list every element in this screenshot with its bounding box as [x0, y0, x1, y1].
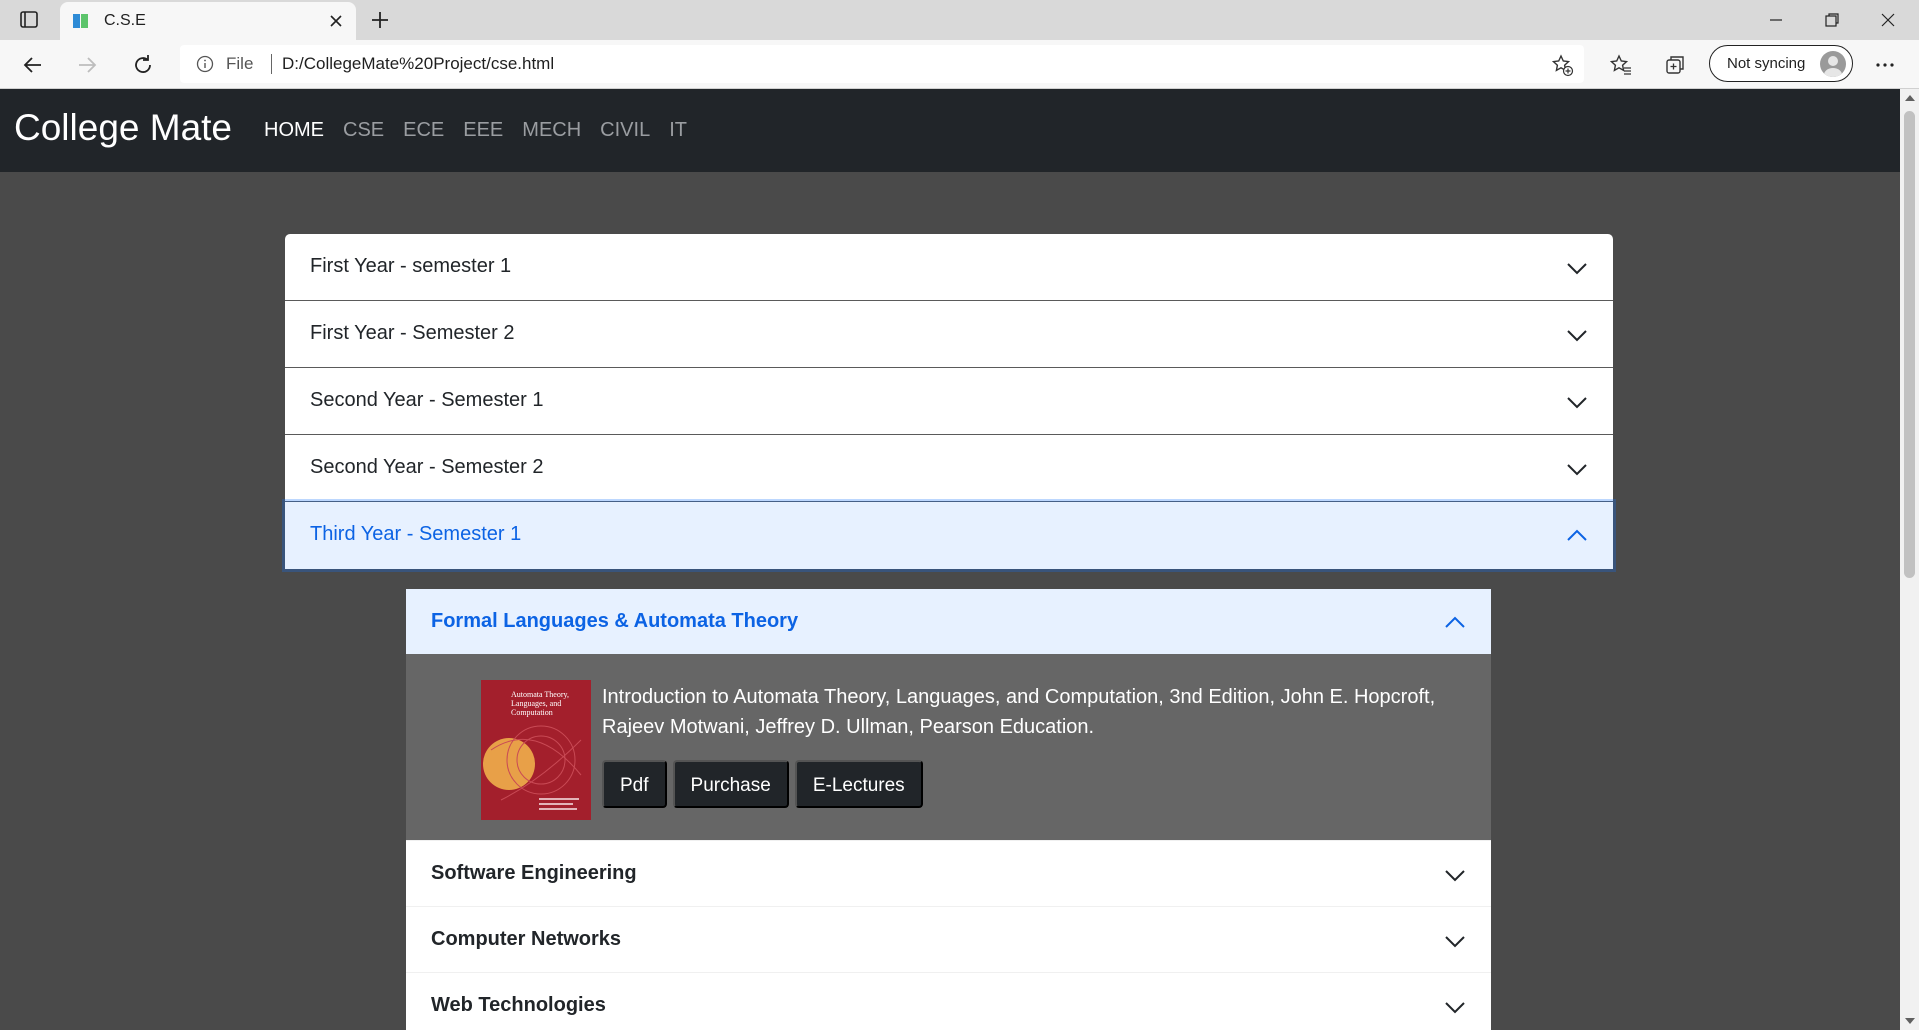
semester-item: Second Year - Semester 2 — [285, 435, 1613, 502]
nav-link-civil[interactable]: CIVIL — [600, 119, 650, 142]
collections-icon[interactable] — [1658, 48, 1692, 82]
add-favorite-icon[interactable] — [1550, 53, 1574, 77]
more-options-icon[interactable] — [1868, 48, 1902, 82]
browser-toolbar: File D:/CollegeMate%20Project/cse.html N… — [0, 40, 1919, 89]
reload-icon[interactable] — [126, 48, 160, 82]
semester-title: Second Year - Semester 1 — [310, 389, 544, 411]
nav-link-eee[interactable]: EEE — [463, 119, 503, 142]
subject-accordion: Formal Languages & Automata Theory Autom… — [406, 589, 1491, 1030]
profile-sync-button[interactable]: Not syncing — [1709, 45, 1853, 82]
chevron-down-icon — [1567, 397, 1587, 409]
book-cover-image: Automata Theory, Languages, and Computat… — [481, 680, 591, 820]
subject-header[interactable]: Formal Languages & Automata Theory — [406, 589, 1491, 654]
nav-link-cse[interactable]: CSE — [343, 119, 384, 142]
forward-icon[interactable] — [70, 48, 104, 82]
chevron-up-icon — [1567, 529, 1587, 541]
subject-item: Computer Networks — [406, 907, 1491, 973]
page-scrollbar[interactable] — [1900, 89, 1919, 1030]
chevron-down-icon — [1445, 936, 1465, 948]
e-lectures-button[interactable]: E-Lectures — [794, 760, 923, 808]
nav-link-ece[interactable]: ECE — [403, 119, 444, 142]
purchase-button[interactable]: Purchase — [672, 760, 789, 808]
book-favicon-icon — [72, 12, 90, 30]
semester-header[interactable]: Third Year - Semester 1 — [285, 502, 1613, 569]
nav-link-mech[interactable]: MECH — [522, 119, 581, 142]
nav-link-home[interactable]: HOME — [264, 119, 324, 142]
book-actions: Pdf Purchase E-Lectures — [602, 760, 929, 808]
site-brand[interactable]: College Mate — [14, 107, 232, 149]
semester-title: First Year - semester 1 — [310, 255, 512, 277]
chevron-down-icon — [1567, 263, 1587, 275]
favorites-icon[interactable] — [1604, 48, 1638, 82]
pdf-button[interactable]: Pdf — [602, 760, 667, 808]
semester-title: First Year - Semester 2 — [310, 322, 515, 344]
subject-body: Automata Theory, Languages, and Computat… — [406, 654, 1491, 840]
chevron-down-icon — [1445, 1002, 1465, 1014]
subject-item-expanded: Formal Languages & Automata Theory Autom… — [406, 589, 1491, 841]
subject-header[interactable]: Computer Networks — [406, 907, 1491, 972]
nav-link-it[interactable]: IT — [669, 119, 687, 142]
url-text[interactable]: D:/CollegeMate%20Project/cse.html — [282, 54, 554, 74]
tab-title: C.S.E — [104, 12, 146, 29]
browser-tab[interactable]: C.S.E — [60, 2, 356, 40]
new-tab-icon[interactable] — [366, 6, 394, 34]
scrollbar-thumb[interactable] — [1904, 111, 1915, 578]
semester-header[interactable]: First Year - semester 1 — [285, 234, 1613, 300]
scroll-up-arrow-icon[interactable] — [1905, 95, 1915, 101]
semester-header[interactable]: First Year - Semester 2 — [285, 301, 1613, 367]
address-separator — [271, 54, 272, 74]
info-icon[interactable] — [196, 55, 214, 73]
subject-title: Computer Networks — [431, 928, 622, 950]
semester-title: Third Year - Semester 1 — [310, 523, 522, 545]
book-cover-title: Automata Theory, Languages, and Computat… — [511, 690, 569, 717]
subject-header[interactable]: Software Engineering — [406, 841, 1491, 906]
minimize-icon[interactable] — [1748, 0, 1804, 40]
tab-actions-icon[interactable] — [14, 8, 44, 32]
subject-title: Formal Languages & Automata Theory — [431, 610, 799, 632]
subject-title: Software Engineering — [431, 862, 637, 884]
semester-header[interactable]: Second Year - Semester 2 — [285, 435, 1613, 501]
close-window-icon[interactable] — [1860, 0, 1916, 40]
book-description: Introduction to Automata Theory, Languag… — [602, 686, 1436, 738]
avatar — [1820, 51, 1846, 77]
address-scheme: File — [226, 54, 254, 73]
semester-item-expanded: Third Year - Semester 1 Formal Languages… — [285, 502, 1613, 1030]
chevron-down-icon — [1567, 330, 1587, 342]
close-tab-icon[interactable] — [326, 11, 346, 31]
page-viewport: College Mate HOME CSE ECE EEE MECH CIVIL… — [0, 89, 1900, 1030]
semester-title: Second Year - Semester 2 — [310, 456, 544, 478]
site-navbar: College Mate HOME CSE ECE EEE MECH CIVIL… — [0, 89, 1900, 172]
semester-item: First Year - Semester 2 — [285, 301, 1613, 368]
semester-body: Formal Languages & Automata Theory Autom… — [285, 569, 1613, 1030]
semester-accordion: First Year - semester 1 First Year - Sem… — [285, 234, 1613, 1030]
restore-icon[interactable] — [1804, 0, 1860, 40]
address-bar[interactable]: File D:/CollegeMate%20Project/cse.html — [180, 45, 1584, 83]
subject-item: Software Engineering — [406, 841, 1491, 907]
semester-item: First Year - semester 1 — [285, 234, 1613, 301]
browser-tab-bar: C.S.E — [0, 0, 1919, 40]
chevron-up-icon — [1445, 616, 1465, 628]
sync-label: Not syncing — [1727, 55, 1806, 72]
semester-header[interactable]: Second Year - Semester 1 — [285, 368, 1613, 434]
subject-header[interactable]: Web Technologies — [406, 973, 1491, 1030]
back-icon[interactable] — [16, 48, 50, 82]
semester-item: Second Year - Semester 1 — [285, 368, 1613, 435]
chevron-down-icon — [1567, 464, 1587, 476]
chevron-down-icon — [1445, 870, 1465, 882]
subject-title: Web Technologies — [431, 994, 606, 1016]
scroll-down-arrow-icon[interactable] — [1905, 1018, 1915, 1024]
nav-links: HOME CSE ECE EEE MECH CIVIL IT — [264, 119, 706, 142]
subject-item: Web Technologies — [406, 973, 1491, 1030]
